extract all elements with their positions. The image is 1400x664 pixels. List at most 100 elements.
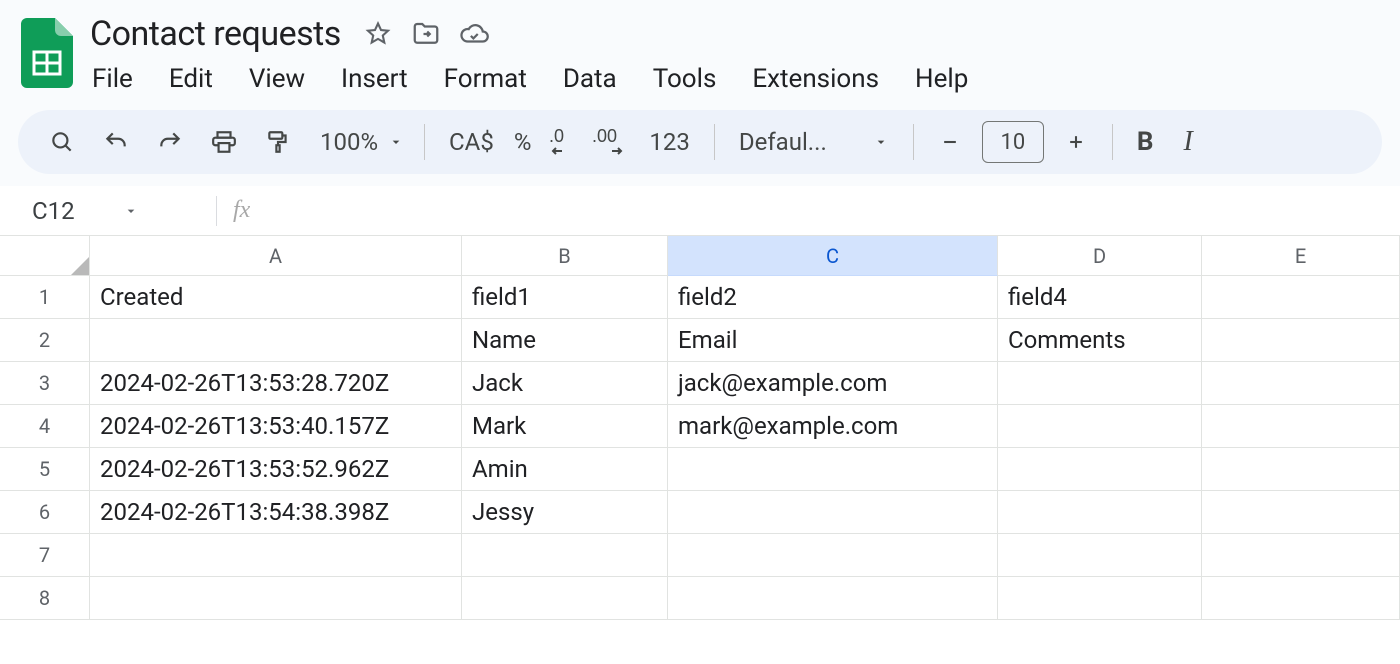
cell-A8[interactable] [90, 577, 462, 620]
number-format-button[interactable]: 123 [639, 120, 699, 164]
cell-C6[interactable] [668, 491, 998, 534]
menu-help[interactable]: Help [899, 58, 984, 100]
font-size-input[interactable]: 10 [982, 121, 1044, 163]
cell-B8[interactable] [462, 577, 668, 620]
cell-A3[interactable]: 2024-02-26T13:53:28.720Z [90, 362, 462, 405]
svg-text:.00: .00 [592, 128, 617, 146]
cell-D7[interactable] [998, 534, 1202, 577]
cell-B6[interactable]: Jessy [462, 491, 668, 534]
sheets-logo[interactable] [18, 12, 76, 90]
column-header-E[interactable]: E [1202, 236, 1400, 276]
row-header-1[interactable]: 1 [0, 276, 90, 319]
cell-C7[interactable] [668, 534, 998, 577]
row: 8 [0, 577, 1400, 620]
menu-data[interactable]: Data [547, 58, 633, 100]
menubar: FileEditViewInsertFormatDataToolsExtensi… [76, 58, 984, 100]
row-header-5[interactable]: 5 [0, 448, 90, 491]
cell-A5[interactable]: 2024-02-26T13:53:52.962Z [90, 448, 462, 491]
undo-icon[interactable] [94, 120, 138, 164]
cloud-saved-icon[interactable] [459, 19, 489, 49]
column-headers: ABCDE [0, 236, 1400, 276]
menu-file[interactable]: File [76, 58, 149, 100]
cell-E1[interactable] [1202, 276, 1400, 319]
font-select[interactable]: Defaul... [729, 128, 899, 156]
bold-button[interactable]: B [1127, 120, 1164, 164]
currency-button[interactable]: CA$ [439, 120, 504, 164]
title-area: Contact requests FileEditViewInsertForma… [86, 12, 984, 100]
italic-button[interactable]: I [1173, 120, 1202, 164]
cell-B4[interactable]: Mark [462, 405, 668, 448]
cell-D8[interactable] [998, 577, 1202, 620]
cell-C1[interactable]: field2 [668, 276, 998, 319]
cell-C8[interactable] [668, 577, 998, 620]
redo-icon[interactable] [148, 120, 192, 164]
cell-E3[interactable] [1202, 362, 1400, 405]
cell-D6[interactable] [998, 491, 1202, 534]
row-header-4[interactable]: 4 [0, 405, 90, 448]
row-header-2[interactable]: 2 [0, 319, 90, 362]
cell-B7[interactable] [462, 534, 668, 577]
cell-B3[interactable]: Jack [462, 362, 668, 405]
cell-E7[interactable] [1202, 534, 1400, 577]
cell-A1[interactable]: Created [90, 276, 462, 319]
doc-title[interactable]: Contact requests [86, 14, 345, 54]
cell-E8[interactable] [1202, 577, 1400, 620]
menu-insert[interactable]: Insert [325, 58, 424, 100]
formula-input[interactable] [250, 186, 1400, 235]
paint-format-icon[interactable] [256, 120, 300, 164]
search-icon[interactable] [40, 120, 84, 164]
row: 42024-02-26T13:53:40.157ZMarkmark@exampl… [0, 405, 1400, 448]
cell-C2[interactable]: Email [668, 319, 998, 362]
cell-D5[interactable] [998, 448, 1202, 491]
column-header-C[interactable]: C [668, 236, 998, 276]
menu-view[interactable]: View [233, 58, 321, 100]
cell-E2[interactable] [1202, 319, 1400, 362]
cell-B1[interactable]: field1 [462, 276, 668, 319]
menu-edit[interactable]: Edit [153, 58, 229, 100]
column-header-A[interactable]: A [90, 236, 462, 276]
increase-decimal-icon[interactable]: .00 [585, 120, 639, 164]
cell-A4[interactable]: 2024-02-26T13:53:40.157Z [90, 405, 462, 448]
separator [1112, 124, 1113, 160]
column-header-D[interactable]: D [998, 236, 1202, 276]
cell-B2[interactable]: Name [462, 319, 668, 362]
increase-font-icon[interactable] [1054, 120, 1098, 164]
row-header-7[interactable]: 7 [0, 534, 90, 577]
cell-E4[interactable] [1202, 405, 1400, 448]
row: 2 NameEmailComments [0, 319, 1400, 362]
print-icon[interactable] [202, 120, 246, 164]
cell-E6[interactable] [1202, 491, 1400, 534]
column-header-B[interactable]: B [462, 236, 668, 276]
star-icon[interactable] [363, 19, 393, 49]
zoom-select[interactable]: 100% [310, 128, 410, 156]
toolbar-wrap: 100% CA$ % .0 .00 123 Defaul... 1 [0, 100, 1400, 186]
menu-format[interactable]: Format [428, 58, 543, 100]
cell-B5[interactable]: Amin [462, 448, 668, 491]
cell-D2[interactable]: Comments [998, 319, 1202, 362]
row-header-6[interactable]: 6 [0, 491, 90, 534]
decrease-font-icon[interactable] [928, 120, 972, 164]
move-icon[interactable] [411, 19, 441, 49]
fx-icon: fx [233, 197, 250, 224]
cell-A2[interactable] [90, 319, 462, 362]
row-header-3[interactable]: 3 [0, 362, 90, 405]
title-row: Contact requests [86, 12, 984, 56]
cell-D4[interactable] [998, 405, 1202, 448]
cell-C3[interactable]: jack@example.com [668, 362, 998, 405]
name-box[interactable]: C12 [20, 197, 200, 225]
row: 62024-02-26T13:54:38.398ZJessy [0, 491, 1400, 534]
menu-extensions[interactable]: Extensions [736, 58, 895, 100]
menu-tools[interactable]: Tools [637, 58, 733, 100]
select-all-corner[interactable] [0, 236, 90, 276]
cell-D3[interactable] [998, 362, 1202, 405]
row-header-8[interactable]: 8 [0, 577, 90, 620]
dropdown-icon [873, 134, 889, 150]
cell-A7[interactable] [90, 534, 462, 577]
cell-E5[interactable] [1202, 448, 1400, 491]
cell-C4[interactable]: mark@example.com [668, 405, 998, 448]
percent-button[interactable]: % [504, 120, 542, 164]
cell-D1[interactable]: field4 [998, 276, 1202, 319]
cell-A6[interactable]: 2024-02-26T13:54:38.398Z [90, 491, 462, 534]
decrease-decimal-icon[interactable]: .0 [541, 120, 585, 164]
cell-C5[interactable] [668, 448, 998, 491]
